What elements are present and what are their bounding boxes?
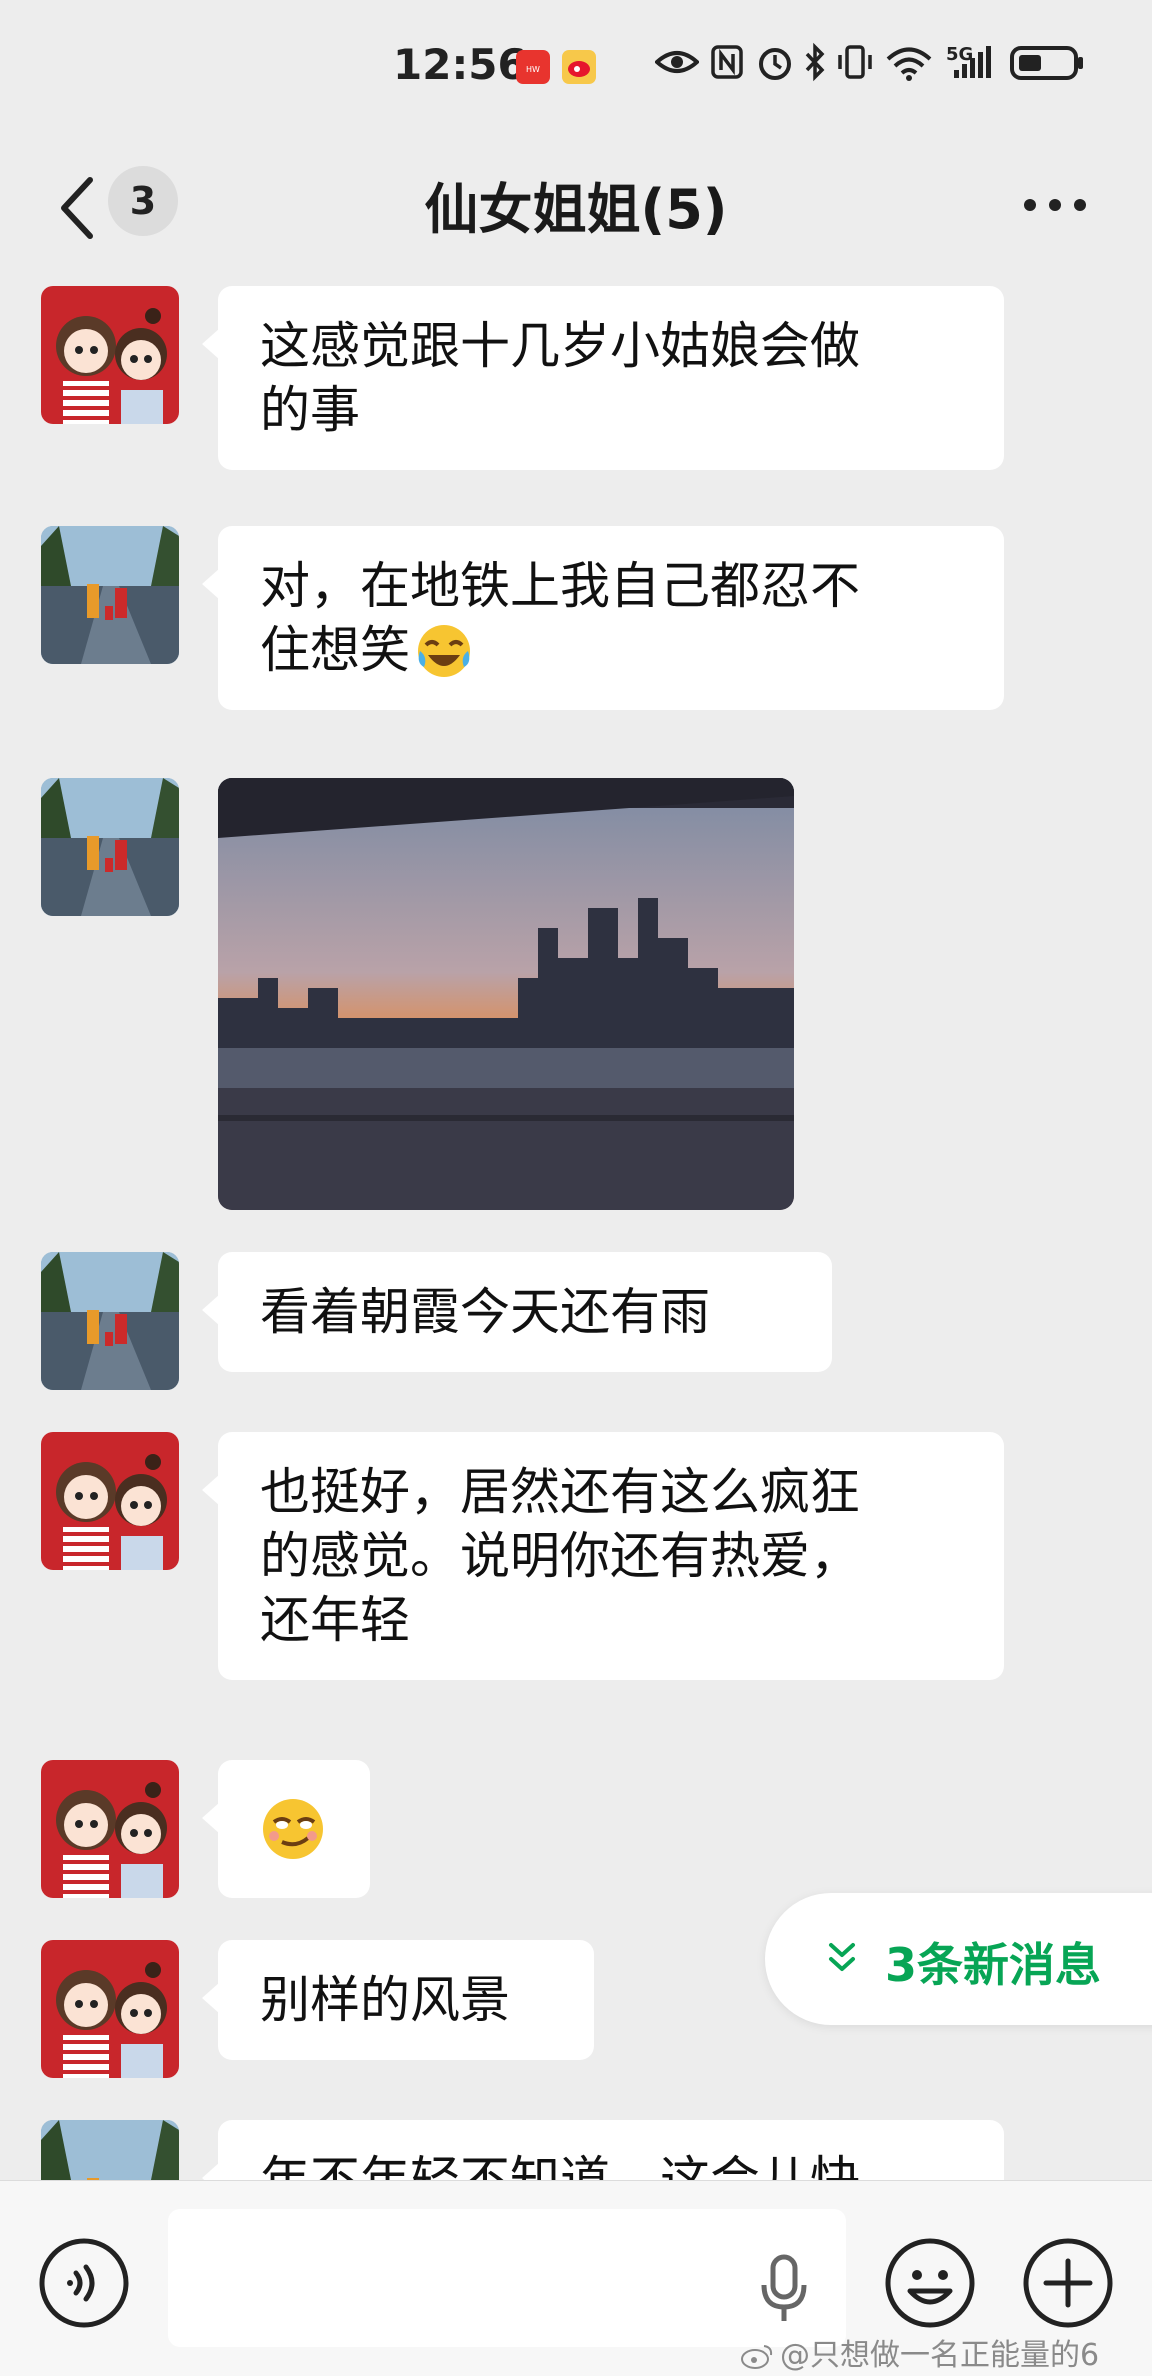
street-kids-avatar[interactable] [41,2120,179,2180]
message-bubble[interactable]: 年不年轻不知道，这会儿快 [202,2120,1004,2180]
chat-title: 仙女姐姐(5) [424,178,728,241]
cartoon-girls-avatar[interactable] [41,1760,179,1898]
message-bubble[interactable]: 这感觉跟十几岁小姑娘会做 的事 [202,286,1004,470]
vibrate-icon [838,45,872,79]
message-text-line: 别样的风景 [260,1971,510,2029]
message-text-line: 年不年轻不知道，这会儿快 [260,2151,860,2180]
sunset-city-photo[interactable] [218,778,794,1210]
message-text-line: 这感觉跟十几岁小姑娘会做 [260,317,860,375]
message-bubble[interactable]: 也挺好，居然还有这么疯狂 的感觉。说明你还有热爱， 还年轻 [202,1432,1004,1680]
alarm-icon [759,48,791,80]
message-text-line: 对，在地铁上我自己都忍不 [260,557,860,615]
status-bar: 12:56 HW 5G [0,0,1152,130]
bluetooth-icon [805,42,825,82]
cartoon-girls-avatar[interactable] [41,1940,179,2078]
more-options-icon[interactable] [1020,190,1090,220]
laugh-cry-emoji [418,625,470,677]
message-bubble[interactable]: 对，在地铁上我自己都忍不 住想笑 [202,526,1004,710]
message-text-line: 还年轻 [260,1591,410,1649]
add-attachment-icon[interactable] [1022,2237,1114,2329]
watermark-text: @只想做一名正能量的6 [780,2338,1100,2373]
emoji-picker-icon[interactable] [884,2237,976,2329]
message-bubble[interactable] [202,1760,370,1898]
message-text-line: 的感觉。说明你还有热爱， [260,1527,860,1585]
battery-icon [1010,46,1083,80]
nfc-icon [711,45,743,79]
street-kids-avatar[interactable] [41,526,179,664]
double-chevron-down-icon [829,1943,855,1971]
weibo-watermark: @只想做一名正能量的6 [740,2330,1099,2374]
message-text-line: 住想笑 [260,621,410,679]
message-input[interactable] [168,2209,846,2347]
eye-icon [655,51,699,73]
message-text-line: 看着朝霞今天还有雨 [260,1283,710,1341]
new-messages-button[interactable]: 3条新消息 [765,1893,1152,2025]
smirk-emoji [263,1799,323,1859]
street-kids-avatar[interactable] [41,1252,179,1390]
new-messages-label: 3条新消息 [885,1938,1102,1992]
wifi-icon [886,47,932,81]
cartoon-girls-avatar[interactable] [41,286,179,424]
weibo-app-icon [562,50,596,84]
signal-icon [954,46,991,78]
cartoon-girls-avatar[interactable] [41,1432,179,1570]
message-bubble[interactable]: 别样的风景 [202,1940,594,2060]
message-text-line: 也挺好，居然还有这么疯狂 [260,1463,860,1521]
street-kids-avatar[interactable] [41,778,179,916]
weibo-logo-icon [741,2345,773,2369]
svg-text:HW: HW [526,65,540,74]
status-time: 12:56 [393,40,527,89]
message-text-line: 的事 [260,381,360,439]
huawei-app-icon: HW [516,50,550,84]
voice-mode-icon[interactable] [38,2237,130,2329]
message-bubble[interactable]: 看着朝霞今天还有雨 [202,1252,832,1372]
microphone-icon[interactable] [758,2253,810,2325]
